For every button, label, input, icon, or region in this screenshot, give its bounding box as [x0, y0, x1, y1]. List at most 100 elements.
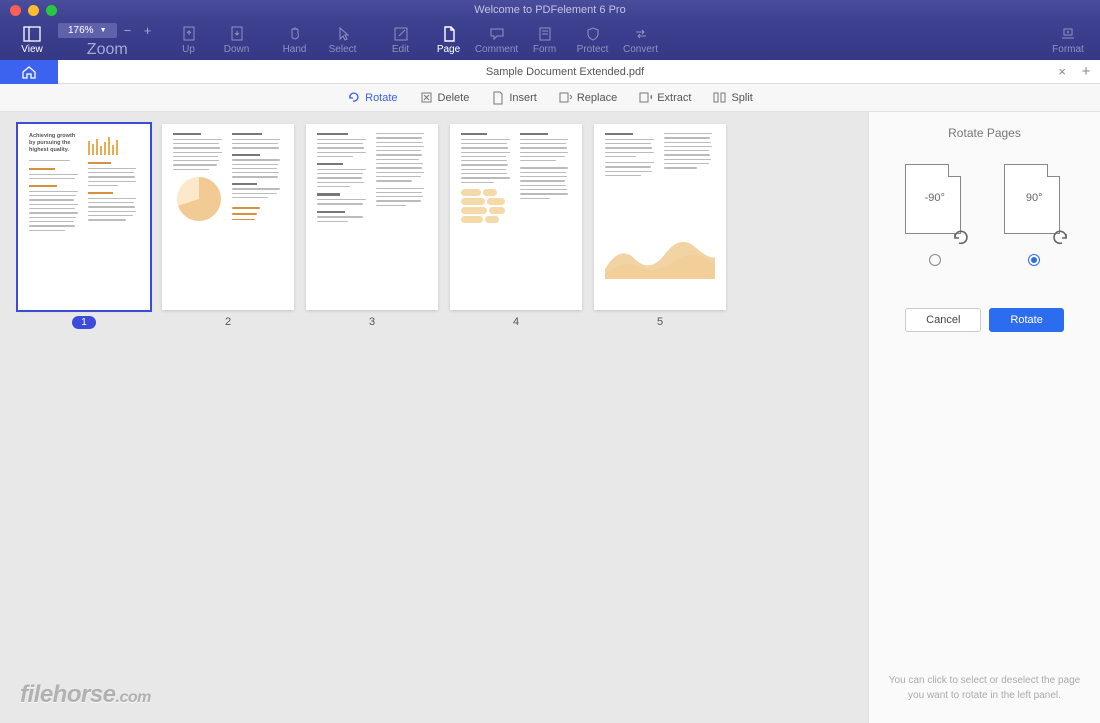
tab-strip: Sample Document Extended.pdf × + [0, 60, 1100, 84]
subtool-insert-label: Insert [509, 92, 537, 104]
zoom-value: 176% [68, 25, 94, 36]
rotate-pos90-option[interactable]: 90° [1004, 164, 1064, 266]
panel-title: Rotate Pages [885, 126, 1084, 140]
home-tab[interactable] [0, 60, 58, 84]
comment-button[interactable]: Comment [473, 20, 521, 60]
page-thumb-1[interactable]: Achieving growth by pursuing the highest… [18, 124, 150, 310]
up-icon [180, 25, 198, 43]
page-button[interactable]: Page [425, 20, 473, 60]
zoom-out-button[interactable]: − [119, 22, 137, 40]
home-icon [21, 65, 37, 79]
subtool-delete-label: Delete [438, 92, 470, 104]
zoom-dropdown[interactable]: 176% ▼ [58, 23, 117, 38]
down-label: Down [224, 44, 250, 55]
zoom-label: Zoom [87, 41, 128, 59]
format-icon [1059, 25, 1077, 43]
subtool-replace-label: Replace [577, 92, 617, 104]
rotate-pos90-label: 90° [1004, 192, 1064, 204]
thumb1-title3: highest quality. [29, 147, 81, 154]
subtool-insert[interactable]: Insert [491, 91, 537, 104]
subtool-extract-label: Extract [657, 92, 691, 104]
watermark: filehorse.com [20, 681, 151, 709]
panel-hint: You can click to select or deselect the … [885, 673, 1084, 709]
window-title: Welcome to PDFelement 6 Pro [0, 4, 1100, 16]
rotate-neg90-radio[interactable] [929, 254, 941, 266]
form-label: Form [533, 44, 556, 55]
page-thumb-wrap: 5 [594, 124, 726, 328]
add-tab-button[interactable]: + [1072, 63, 1100, 80]
watermark-domain: .com [116, 689, 151, 706]
hand-button[interactable]: Hand [271, 20, 319, 60]
subtool-extract[interactable]: Extract [639, 91, 691, 104]
rotate-ccw-icon [951, 228, 971, 248]
protect-button[interactable]: Protect [569, 20, 617, 60]
view-label: View [21, 44, 43, 55]
convert-icon [632, 25, 650, 43]
thumb1-title2: by pursuing the [29, 140, 81, 147]
body: Achieving growth by pursuing the highest… [0, 112, 1100, 723]
view-icon [23, 25, 41, 43]
main-toolbar: View 176% ▼ − + Zoom Up Down Hand Select [0, 20, 1100, 60]
page-thumb-2[interactable] [162, 124, 294, 310]
split-icon [713, 91, 726, 104]
format-button[interactable]: Format [1044, 20, 1092, 60]
rotate-button[interactable]: Rotate [989, 308, 1063, 332]
page-thumb-5[interactable] [594, 124, 726, 310]
page-number-1: 1 [72, 316, 96, 329]
convert-label: Convert [623, 44, 658, 55]
delete-icon [420, 91, 433, 104]
subtool-replace[interactable]: Replace [559, 91, 617, 104]
thumb1-title1: Achieving growth [29, 133, 81, 140]
chevron-down-icon: ▼ [100, 27, 107, 34]
subtool-rotate-label: Rotate [365, 92, 397, 104]
protect-icon [584, 25, 602, 43]
down-button[interactable]: Down [213, 20, 261, 60]
rotate-icon [347, 91, 360, 104]
subtool-split[interactable]: Split [713, 91, 752, 104]
edit-button[interactable]: Edit [377, 20, 425, 60]
up-button[interactable]: Up [165, 20, 213, 60]
watermark-brand: filehorse [20, 681, 116, 708]
titlebar: Welcome to PDFelement 6 Pro [0, 0, 1100, 20]
zoom-in-button[interactable]: + [139, 22, 157, 40]
down-icon [228, 25, 246, 43]
form-button[interactable]: Form [521, 20, 569, 60]
replace-icon [559, 91, 572, 104]
form-icon [536, 25, 554, 43]
page-thumb-wrap: 4 [450, 124, 582, 328]
document-tab[interactable]: Sample Document Extended.pdf × [58, 66, 1072, 78]
convert-button[interactable]: Convert [617, 20, 665, 60]
hand-icon [286, 25, 304, 43]
page-number-4: 4 [513, 316, 519, 328]
panel-hint-line1: You can click to select or deselect the … [885, 673, 1084, 688]
page-label: Page [437, 44, 460, 55]
view-button[interactable]: View [8, 20, 56, 60]
select-icon [334, 25, 352, 43]
page-thumb-wrap: 3 [306, 124, 438, 328]
cancel-button[interactable]: Cancel [905, 308, 981, 332]
edit-icon [392, 25, 410, 43]
page-subtoolbar: Rotate Delete Insert Replace Extract Spl… [0, 84, 1100, 112]
rotate-neg90-option[interactable]: -90° [905, 164, 965, 266]
page-thumb-3[interactable] [306, 124, 438, 310]
panel-hint-line2: you want to rotate in the left panel. [885, 688, 1084, 703]
page-thumb-4[interactable] [450, 124, 582, 310]
subtool-delete[interactable]: Delete [420, 91, 470, 104]
insert-icon [491, 91, 504, 104]
up-label: Up [182, 44, 195, 55]
rotate-pos90-radio[interactable] [1028, 254, 1040, 266]
page-thumb-wrap: Achieving growth by pursuing the highest… [18, 124, 150, 329]
page-number-2: 2 [225, 316, 231, 328]
format-label: Format [1052, 44, 1084, 55]
page-thumbnails-area: Achieving growth by pursuing the highest… [0, 112, 868, 723]
comment-icon [488, 25, 506, 43]
page-number-3: 3 [369, 316, 375, 328]
extract-icon [639, 91, 652, 104]
select-button[interactable]: Select [319, 20, 367, 60]
rotate-neg90-label: -90° [905, 192, 965, 204]
subtool-rotate[interactable]: Rotate [347, 91, 397, 104]
protect-label: Protect [577, 44, 609, 55]
rotate-panel: Rotate Pages -90° 90° Cancel [868, 112, 1100, 723]
edit-label: Edit [392, 44, 409, 55]
close-tab-button[interactable]: × [1058, 64, 1066, 79]
